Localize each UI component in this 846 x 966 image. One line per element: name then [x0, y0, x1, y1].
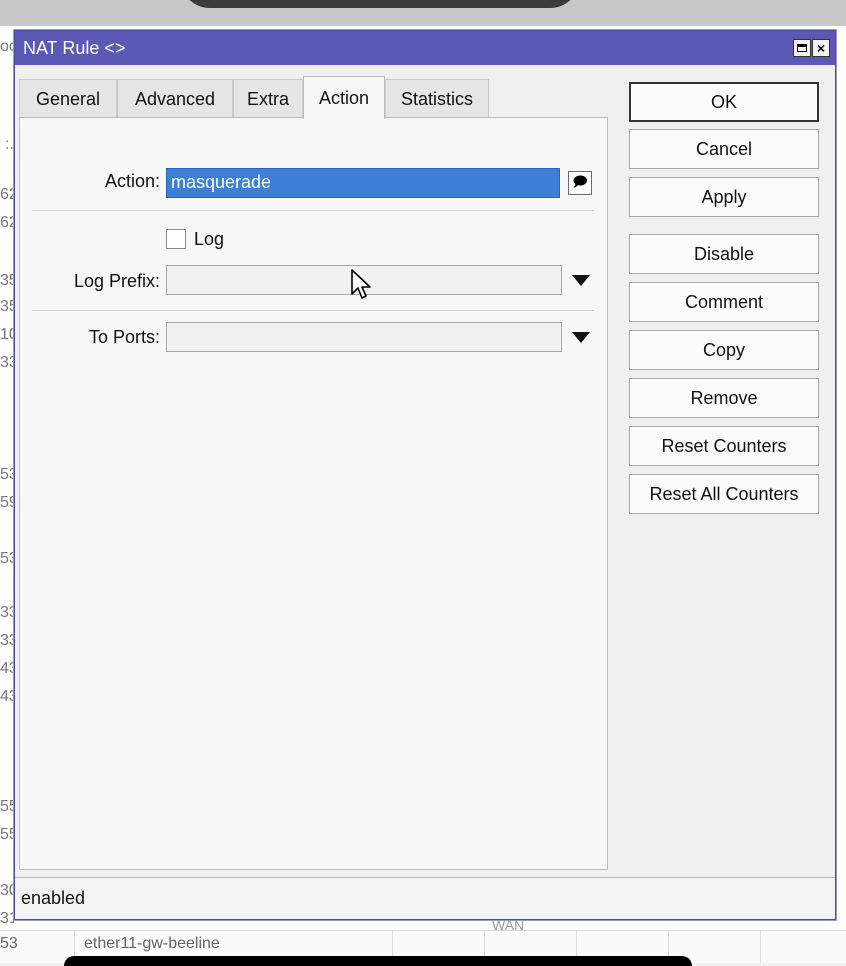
background-cell: :.	[5, 136, 14, 153]
close-icon: ×	[816, 40, 826, 56]
remove-button[interactable]: Remove	[629, 378, 819, 418]
background-cell: 43	[0, 688, 14, 705]
apply-button[interactable]: Apply	[629, 177, 819, 217]
background-cell: 35	[0, 272, 14, 289]
background-cell: 30	[0, 882, 14, 899]
tab-general[interactable]: General	[19, 79, 117, 118]
tab-advanced[interactable]: Advanced	[117, 79, 233, 118]
cancel-button[interactable]: Cancel	[629, 129, 819, 169]
separator	[32, 210, 594, 211]
window-titlebar[interactable]: NAT Rule <> ×	[15, 31, 835, 65]
background-top-bar	[0, 0, 846, 26]
background-cell: 62	[0, 214, 14, 231]
maximize-button[interactable]	[793, 39, 811, 57]
background-cell: 55	[0, 798, 14, 815]
background-black-overlay	[64, 956, 692, 966]
action-dropdown-button[interactable]: 🗩	[568, 171, 592, 195]
to-ports-label: To Ports:	[88, 327, 160, 347]
background-cell: 33	[0, 354, 14, 371]
reset-all-counters-button[interactable]: Reset All Counters	[629, 474, 819, 514]
tab-statistics[interactable]: Statistics	[385, 79, 489, 118]
background-row-number: 53	[0, 935, 18, 952]
background-cell: oc	[0, 38, 14, 55]
background-cell: 62	[0, 186, 14, 203]
comment-button[interactable]: Comment	[629, 282, 819, 322]
to-ports-input[interactable]	[166, 322, 562, 352]
reset-counters-button[interactable]: Reset Counters	[629, 426, 819, 466]
log-prefix-label: Log Prefix:	[73, 271, 160, 291]
tab-action[interactable]: Action	[303, 76, 385, 119]
to-ports-dropdown-icon[interactable]	[572, 332, 590, 343]
background-top-pill	[180, 0, 580, 8]
log-label: Log	[194, 229, 225, 249]
ok-button[interactable]: OK	[629, 82, 819, 122]
status-bar: enabled	[15, 877, 835, 919]
separator	[32, 310, 594, 311]
background-cell: 53	[0, 550, 14, 567]
mouse-cursor-icon	[351, 269, 371, 299]
status-text: enabled	[21, 888, 86, 908]
background-column-divider	[760, 931, 761, 963]
background-cell: 55	[0, 826, 14, 843]
action-select-value: masquerade	[171, 172, 272, 192]
maximize-icon	[797, 44, 807, 52]
background-cell: 10	[0, 326, 14, 343]
window-title: NAT Rule <>	[23, 38, 126, 58]
close-button[interactable]: ×	[812, 39, 830, 57]
log-prefix-dropdown-icon[interactable]	[572, 275, 590, 286]
chevron-down-icon: 🗩	[572, 173, 588, 189]
background-cell: 33	[0, 632, 14, 649]
background-row-interface: ether11-gw-beeline	[84, 935, 220, 952]
action-label: Action:	[104, 171, 160, 191]
background-cell: 31	[0, 910, 14, 927]
action-tab-panel: Action: masquerade 🗩 Log Log Prefix: To …	[19, 117, 608, 870]
action-select[interactable]: masquerade	[166, 168, 560, 198]
log-checkbox[interactable]	[166, 229, 186, 249]
tab-extra[interactable]: Extra	[233, 79, 303, 118]
disable-button[interactable]: Disable	[629, 234, 819, 274]
background-cell: 35	[0, 298, 14, 315]
nat-rule-window: NAT Rule <> × General Advanced Extra Act…	[14, 30, 836, 920]
background-cell: 59	[0, 494, 14, 511]
background-cell: 43	[0, 660, 14, 677]
background-cell: 33	[0, 604, 14, 621]
copy-button[interactable]: Copy	[629, 330, 819, 370]
background-cell: 53	[0, 466, 14, 483]
